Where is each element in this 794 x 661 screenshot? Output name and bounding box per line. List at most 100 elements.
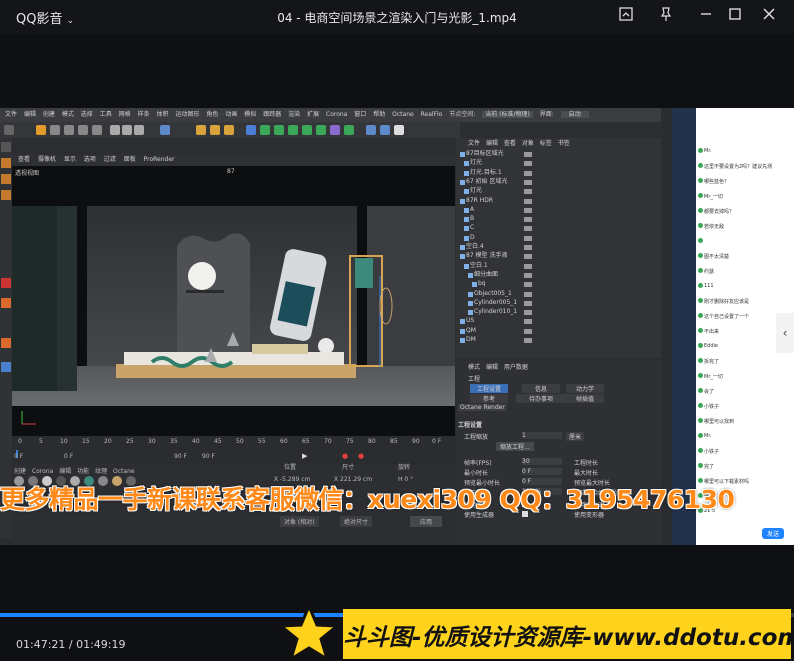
axis-y-icon[interactable] — [122, 125, 132, 135]
render-icon[interactable] — [210, 125, 220, 135]
object-row[interactable]: B — [456, 215, 661, 224]
pin-icon[interactable] — [655, 6, 677, 28]
workplane-icon[interactable] — [1, 298, 11, 308]
menu-item[interactable]: Corona — [326, 111, 347, 118]
environment-icon[interactable] — [344, 125, 354, 135]
object-visibility-dots[interactable] — [524, 207, 532, 213]
menu-item[interactable]: 模拟 — [244, 111, 256, 118]
undo-icon[interactable] — [4, 125, 14, 135]
menu-item[interactable]: 选择 — [81, 111, 93, 118]
object-row[interactable]: 灯光 — [456, 187, 661, 196]
move-tool-icon[interactable] — [36, 125, 46, 135]
object-visibility-dots[interactable] — [524, 300, 532, 306]
attr-menu-item[interactable]: 编辑 — [486, 364, 498, 371]
object-row[interactable]: 空白.1 — [456, 262, 661, 271]
viewport-menu-item[interactable]: 过滤 — [104, 156, 116, 163]
object-visibility-dots[interactable] — [524, 254, 532, 260]
object-row[interactable]: 67 初始 区域光 — [456, 178, 661, 187]
object-visibility-dots[interactable] — [524, 226, 532, 232]
object-visibility-dots[interactable] — [524, 272, 532, 278]
menu-item[interactable]: 网格 — [119, 111, 131, 118]
lock-icon[interactable] — [1, 338, 11, 348]
material-menu-item[interactable]: 编辑 — [59, 468, 71, 475]
object-visibility-dots[interactable] — [524, 170, 532, 176]
viewport-menu-item[interactable]: 摄像机 — [38, 156, 56, 163]
object-visibility-dots[interactable] — [524, 235, 532, 241]
menu-item[interactable]: 跟踪器 — [263, 111, 281, 118]
object-row[interactable]: Object005_1 — [456, 290, 661, 299]
unit-select[interactable]: 厘米 — [566, 432, 585, 441]
object-visibility-dots[interactable] — [524, 198, 532, 204]
min-time-input[interactable]: 0 F — [522, 468, 562, 475]
menu-item[interactable]: 节点空间: — [449, 111, 475, 118]
menu-item[interactable]: 启动 — [560, 111, 589, 118]
object-row[interactable]: 灯光.目标.1 — [456, 169, 661, 178]
object-row[interactable]: 空白.4 — [456, 243, 661, 252]
object-visibility-dots[interactable] — [524, 217, 532, 223]
om-menu-item[interactable]: 书签 — [558, 140, 570, 147]
material-menu-item[interactable]: Octane — [113, 468, 135, 475]
coordinate-icon[interactable] — [160, 125, 170, 135]
material-menu-item[interactable]: Corona — [32, 468, 53, 475]
om-menu-item[interactable]: 文件 — [468, 140, 480, 147]
size-mode-select[interactable]: 绝对尺寸 — [340, 516, 373, 527]
menu-item[interactable]: 体积 — [157, 111, 169, 118]
attr-menu-item[interactable]: 用户数据 — [504, 364, 528, 371]
menu-item[interactable]: 帮助 — [373, 111, 385, 118]
menu-item[interactable]: 当前 (标准/物理) — [482, 111, 533, 118]
live-select-icon[interactable] — [92, 125, 102, 135]
axis-z-icon[interactable] — [134, 125, 144, 135]
mode-icon[interactable] — [1, 142, 11, 152]
object-row[interactable]: bq — [456, 280, 661, 289]
menu-item[interactable]: RealFlo — [421, 111, 443, 118]
spline-icon[interactable] — [260, 125, 270, 135]
screenshot-icon[interactable] — [615, 6, 637, 28]
axis-x-icon[interactable] — [110, 125, 120, 135]
tab-todo[interactable]: 待办事项 — [516, 394, 566, 403]
object-visibility-dots[interactable] — [524, 152, 532, 157]
object-row[interactable]: 87R HDR — [456, 197, 661, 206]
record-icon[interactable]: ● — [342, 452, 348, 460]
menu-item[interactable]: 创建 — [43, 111, 55, 118]
object-row[interactable]: 87 模型 洗手液 — [456, 252, 661, 261]
object-visibility-dots[interactable] — [524, 161, 532, 167]
menu-item[interactable]: 动画 — [225, 111, 237, 118]
rotate-tool-icon[interactable] — [64, 125, 74, 135]
minimize-icon[interactable] — [695, 6, 717, 28]
keyframe-icon[interactable]: ● — [358, 452, 364, 460]
object-visibility-dots[interactable] — [524, 263, 532, 269]
viewport-menu-item[interactable]: 显示 — [64, 156, 76, 163]
snap-icon[interactable] — [1, 278, 11, 288]
attr-menu-item[interactable]: 模式 — [468, 364, 480, 371]
scale-input[interactable]: 1 — [522, 432, 562, 439]
light-icon[interactable] — [394, 125, 404, 135]
object-row[interactable]: Cylinder010_1 — [456, 308, 661, 317]
points-mode-icon[interactable] — [1, 158, 11, 168]
menu-item[interactable]: 样条 — [138, 111, 150, 118]
scale-tool-icon[interactable] — [50, 125, 60, 135]
menu-item[interactable]: 界面: — [540, 111, 554, 118]
send-button[interactable]: 发送 — [762, 528, 785, 539]
menu-item[interactable]: 渲染 — [288, 111, 300, 118]
render-view-icon[interactable] — [196, 125, 206, 135]
object-row[interactable]: DM — [456, 336, 661, 345]
object-row[interactable]: Cylinder005_1 — [456, 299, 661, 308]
menu-item[interactable]: 角色 — [206, 111, 218, 118]
menu-item[interactable]: 编辑 — [24, 111, 36, 118]
fps-input[interactable]: 30 — [522, 458, 562, 465]
object-visibility-dots[interactable] — [524, 245, 532, 250]
om-menu-item[interactable]: 标签 — [540, 140, 552, 147]
menu-item[interactable]: 扩展 — [307, 111, 319, 118]
tab-interpolation[interactable]: 帧插值 — [566, 394, 604, 403]
object-visibility-dots[interactable] — [524, 291, 532, 297]
scale-project-button[interactable]: 缩放工程... — [496, 442, 534, 451]
object-visibility-dots[interactable] — [524, 310, 532, 316]
frame-field[interactable]: 90 F — [202, 453, 215, 460]
object-row[interactable]: C — [456, 224, 661, 233]
paint-icon[interactable] — [1, 362, 11, 372]
polygons-mode-icon[interactable] — [1, 190, 11, 200]
om-menu-item[interactable]: 查看 — [504, 140, 516, 147]
chevron-left-icon[interactable]: ‹ — [776, 313, 794, 353]
menu-item[interactable]: 文件 — [5, 111, 17, 118]
viewport-menu-item[interactable]: 查看 — [18, 156, 30, 163]
